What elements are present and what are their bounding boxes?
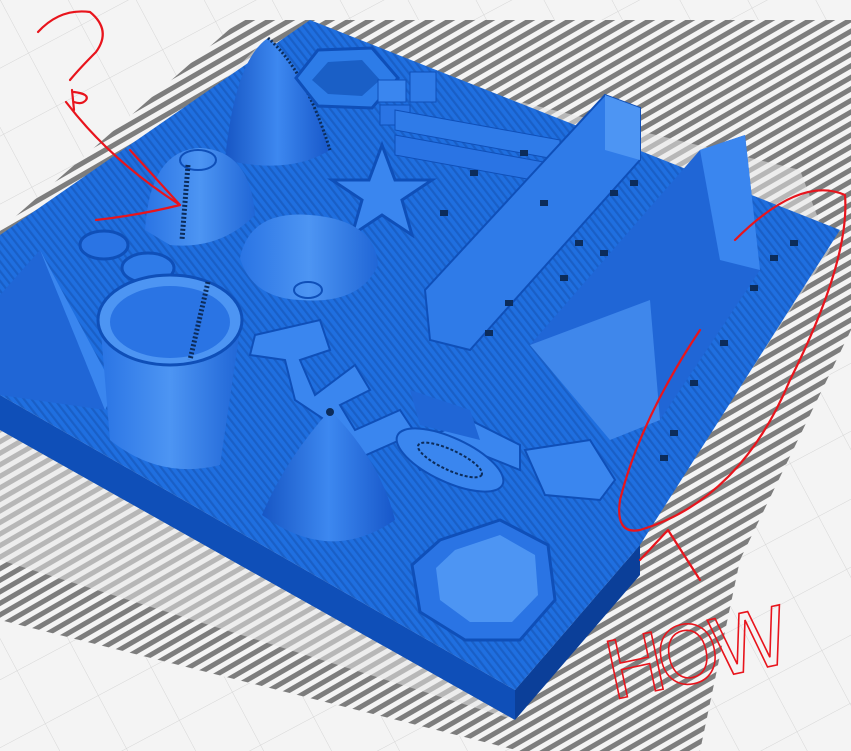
slicer-viewport[interactable]: ? HOW: [0, 0, 851, 751]
cylinder-cup[interactable]: [96, 273, 244, 470]
